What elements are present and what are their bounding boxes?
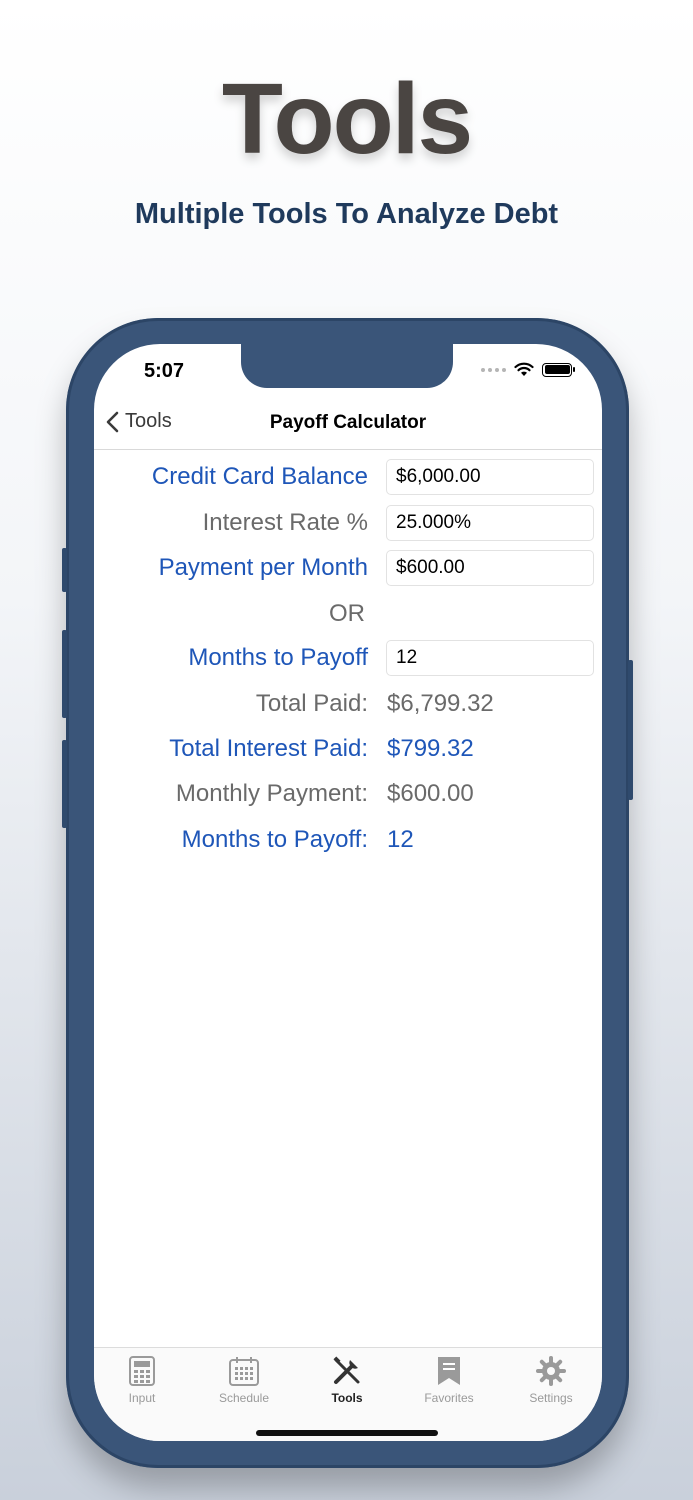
total-paid-label: Total Paid:	[255, 690, 368, 717]
tab-tools[interactable]: Tools	[302, 1356, 392, 1405]
rate-row: Interest Rate %	[94, 505, 602, 543]
signal-icon	[481, 367, 506, 372]
rate-input[interactable]	[386, 505, 594, 541]
status-icons	[481, 362, 575, 377]
phone-volume-up-button	[62, 630, 67, 718]
hero-title: Tools	[221, 63, 473, 175]
tab-schedule[interactable]: Schedule	[199, 1356, 289, 1405]
months-label[interactable]: Months to Payoff	[188, 644, 368, 672]
tab-favorites[interactable]: Favorites	[404, 1356, 494, 1405]
months-input[interactable]	[386, 640, 594, 676]
phone-screen: 5:07 Tools Payoff Calculator Credit Card…	[94, 344, 602, 1441]
payment-input[interactable]	[386, 550, 594, 586]
payment-row: Payment per Month	[94, 550, 602, 588]
tab-label: Settings	[529, 1391, 573, 1405]
total-interest-label[interactable]: Total Interest Paid:	[169, 735, 368, 763]
months-result-label[interactable]: Months to Payoff:	[182, 826, 368, 854]
tab-label: Input	[128, 1391, 156, 1405]
months-result-row: Months to Payoff: 12	[94, 822, 602, 860]
phone-power-button	[628, 660, 633, 800]
payment-label[interactable]: Payment per Month	[159, 554, 368, 582]
monthly-payment-row: Monthly Payment: $600.00	[94, 776, 602, 814]
tab-settings[interactable]: Settings	[506, 1356, 596, 1405]
tab-bar: Input Schedule Tools Favorites Settings	[94, 1347, 602, 1441]
tab-label: Tools	[331, 1391, 363, 1405]
gear-icon	[536, 1356, 566, 1386]
total-interest-row: Total Interest Paid: $799.32	[94, 731, 602, 769]
monthly-payment-value: $600.00	[387, 780, 474, 807]
balance-row: Credit Card Balance	[94, 459, 602, 497]
tab-label: Favorites	[424, 1391, 474, 1405]
tab-label: Schedule	[218, 1391, 270, 1405]
tools-icon	[333, 1356, 360, 1384]
total-paid-row: Total Paid: $6,799.32	[94, 686, 602, 724]
home-indicator[interactable]	[256, 1430, 438, 1436]
balance-input[interactable]	[386, 459, 594, 495]
or-label: OR	[329, 600, 365, 627]
wifi-icon	[514, 362, 534, 376]
months-row: Months to Payoff	[94, 640, 602, 678]
total-interest-value[interactable]: $799.32	[387, 735, 474, 763]
page-title: Payoff Calculator	[269, 412, 427, 433]
tab-input[interactable]: Input	[97, 1356, 187, 1405]
hero-subtitle: Multiple Tools To Analyze Debt	[134, 198, 559, 230]
battery-icon	[542, 362, 575, 377]
navigation-bar: Tools Payoff Calculator	[94, 400, 602, 450]
notch	[241, 344, 453, 388]
calendar-icon	[229, 1357, 259, 1386]
status-time: 5:07	[144, 360, 185, 382]
monthly-payment-label: Monthly Payment:	[175, 780, 368, 807]
total-paid-value: $6,799.32	[387, 690, 494, 717]
months-result-value[interactable]: 12	[387, 826, 414, 854]
phone-mute-button	[62, 548, 67, 592]
calculator-icon	[129, 1356, 155, 1386]
or-row: OR	[94, 596, 602, 634]
bookmark-icon	[438, 1357, 460, 1385]
phone-volume-down-button	[62, 740, 67, 828]
balance-label[interactable]: Credit Card Balance	[152, 463, 368, 491]
rate-label: Interest Rate %	[202, 509, 368, 536]
